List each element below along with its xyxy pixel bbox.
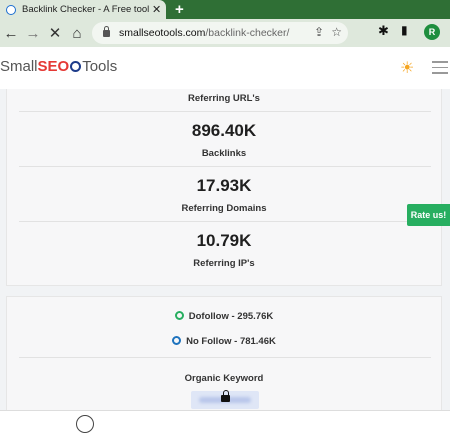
- sun-icon[interactable]: ☀: [400, 58, 414, 78]
- divider: [19, 357, 431, 358]
- locked-keyword-value[interactable]: [191, 390, 259, 409]
- link-type-card: Dofollow - 295.76K No Follow - 781.46K O…: [6, 296, 442, 422]
- divider: [19, 111, 431, 112]
- tab-favicon-icon: [6, 4, 16, 15]
- new-tab-button[interactable]: +: [175, 0, 184, 19]
- forward-arrow-icon[interactable]: →: [22, 25, 44, 42]
- address-bar[interactable]: smallseotools.com/backlink-checker/ ⇪ ☆: [92, 22, 348, 44]
- lock-icon[interactable]: [103, 25, 110, 37]
- circle-icon[interactable]: [76, 415, 94, 433]
- back-arrow-icon[interactable]: ←: [0, 25, 22, 42]
- star-icon[interactable]: ☆: [331, 25, 342, 39]
- address-url[interactable]: smallseotools.com/backlink-checker/: [119, 27, 289, 39]
- tab-close-icon[interactable]: ✕: [152, 3, 161, 16]
- dofollow-legend: Dofollow - 295.76K: [7, 311, 441, 322]
- bottom-bar: [0, 410, 450, 433]
- referring-domains-value: 17.93K: [196, 176, 252, 195]
- nofollow-legend: No Follow - 781.46K: [7, 336, 441, 347]
- tab-title: Backlink Checker - A Free tool to: [22, 4, 150, 15]
- divider: [19, 166, 431, 167]
- site-header: SmallSEO Tools ☀: [0, 47, 450, 90]
- dofollow-ring-icon: [174, 311, 184, 320]
- nofollow-ring-icon: [172, 336, 182, 345]
- browser-tab-strip: Backlink Checker - A Free tool to ✕ +: [0, 0, 450, 19]
- menu-icon[interactable]: [432, 61, 448, 78]
- sidebar-icon[interactable]: ▮: [401, 23, 408, 37]
- site-logo[interactable]: SmallSEO Tools: [0, 58, 117, 75]
- divider: [19, 221, 431, 222]
- backlink-stats-card: Referring URL's 896.40K Backlinks 17.93K…: [6, 89, 442, 286]
- organic-keyword-label: Organic Keyword: [184, 373, 264, 384]
- backlinks-value: 896.40K: [191, 121, 257, 140]
- profile-avatar[interactable]: R: [424, 24, 440, 40]
- referring-ips-label: Referring IP's: [193, 258, 255, 269]
- home-icon[interactable]: ⌂: [66, 25, 88, 42]
- browser-toolbar: ← → ✕ ⌂ smallseotools.com/backlink-check…: [0, 19, 450, 47]
- puzzle-icon[interactable]: ✱: [378, 23, 389, 39]
- padlock-icon: [221, 390, 230, 402]
- referring-ips-value: 10.79K: [196, 231, 252, 250]
- rate-us-button[interactable]: Rate us!: [407, 204, 450, 226]
- backlinks-label: Backlinks: [201, 148, 247, 159]
- share-icon[interactable]: ⇪: [314, 25, 324, 39]
- referring-urls-label: Referring URL's: [188, 93, 260, 104]
- main-content: Referring URL's 896.40K Backlinks 17.93K…: [0, 89, 450, 422]
- logo-magnifier-icon: [70, 61, 82, 72]
- browser-tab[interactable]: Backlink Checker - A Free tool to ✕: [0, 0, 166, 19]
- stop-icon[interactable]: ✕: [44, 24, 66, 42]
- referring-domains-label: Referring Domains: [181, 203, 267, 214]
